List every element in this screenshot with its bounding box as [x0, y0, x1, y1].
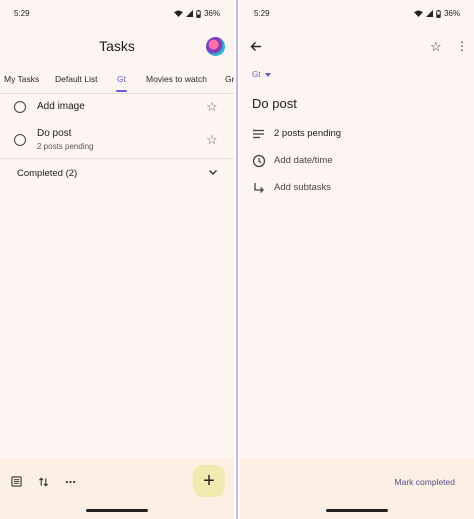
status-time: 5:29 [14, 9, 30, 18]
bottom-app-bar: + [0, 458, 234, 519]
battery-icon [436, 9, 441, 18]
status-icons: 36% [174, 9, 220, 18]
task-detail-screen: 5:29 36% ☆ ⋮ Gt Do post 2 posts pending … [240, 0, 474, 519]
gesture-handle [326, 509, 388, 512]
battery-level: 36% [203, 9, 220, 18]
tasks-list-screen: 5:29 36% Tasks My Tasks Default List Gt … [0, 0, 234, 519]
more-vert-icon[interactable]: ⋮ [456, 40, 468, 52]
task-title-field[interactable]: Do post [252, 96, 297, 111]
list-tabs: My Tasks Default List Gt Movies to watch… [0, 70, 234, 94]
task-title: Do post [37, 128, 72, 139]
list-view-icon[interactable] [11, 476, 22, 487]
task-item[interactable]: Add image ☆ [0, 97, 234, 119]
tab-movies-to-watch[interactable]: Movies to watch [146, 74, 207, 84]
divider [0, 158, 234, 159]
tab-gt[interactable]: Gt [117, 74, 126, 84]
star-icon[interactable]: ☆ [206, 133, 218, 146]
tab-gr[interactable]: Gr [225, 74, 234, 84]
notes-icon [253, 129, 264, 139]
tab-default-list[interactable]: Default List [55, 74, 98, 84]
plus-icon: + [203, 470, 215, 492]
signal-icon [185, 10, 193, 17]
back-arrow-icon[interactable] [250, 41, 262, 52]
status-bar: 5:29 36% [14, 9, 220, 21]
task-checkbox[interactable] [14, 101, 26, 113]
battery-icon [196, 9, 201, 18]
bottom-app-bar: Mark completed [240, 458, 474, 519]
subtask-arrow-icon [254, 183, 264, 193]
tab-my-tasks[interactable]: My Tasks [4, 74, 39, 84]
chevron-down-icon[interactable] [207, 166, 219, 178]
page-title: Tasks [99, 38, 135, 54]
mark-completed-button[interactable]: Mark completed [395, 477, 455, 487]
avatar[interactable] [206, 37, 225, 56]
task-item[interactable]: Do post 2 posts pending ☆ [0, 125, 234, 155]
completed-section-toggle[interactable]: Completed (2) [17, 168, 77, 179]
wifi-icon [174, 10, 183, 17]
caret-down-icon [265, 72, 272, 77]
active-tab-indicator [116, 90, 127, 92]
star-icon[interactable]: ☆ [430, 40, 442, 53]
status-bar: 5:29 36% [254, 9, 460, 21]
add-date-time-label: Add date/time [274, 155, 333, 166]
status-time: 5:29 [254, 9, 270, 18]
wifi-icon [414, 10, 423, 17]
signal-icon [425, 10, 433, 17]
task-details: 2 posts pending [37, 142, 94, 151]
add-task-button[interactable]: + [193, 465, 225, 497]
battery-level: 36% [443, 9, 460, 18]
status-icons: 36% [414, 9, 460, 18]
task-details-text: 2 posts pending [274, 128, 342, 139]
clock-icon [252, 154, 266, 168]
tabs-divider [0, 93, 234, 94]
list-selector[interactable]: Gt [252, 70, 272, 79]
add-subtasks-label: Add subtasks [274, 182, 332, 193]
sort-icon[interactable] [38, 476, 49, 488]
more-options-icon[interactable] [65, 480, 76, 484]
list-name: Gt [252, 70, 261, 79]
task-checkbox[interactable] [14, 134, 26, 146]
gesture-handle [86, 509, 148, 512]
star-icon[interactable]: ☆ [206, 100, 218, 113]
task-title: Add image [37, 101, 85, 112]
